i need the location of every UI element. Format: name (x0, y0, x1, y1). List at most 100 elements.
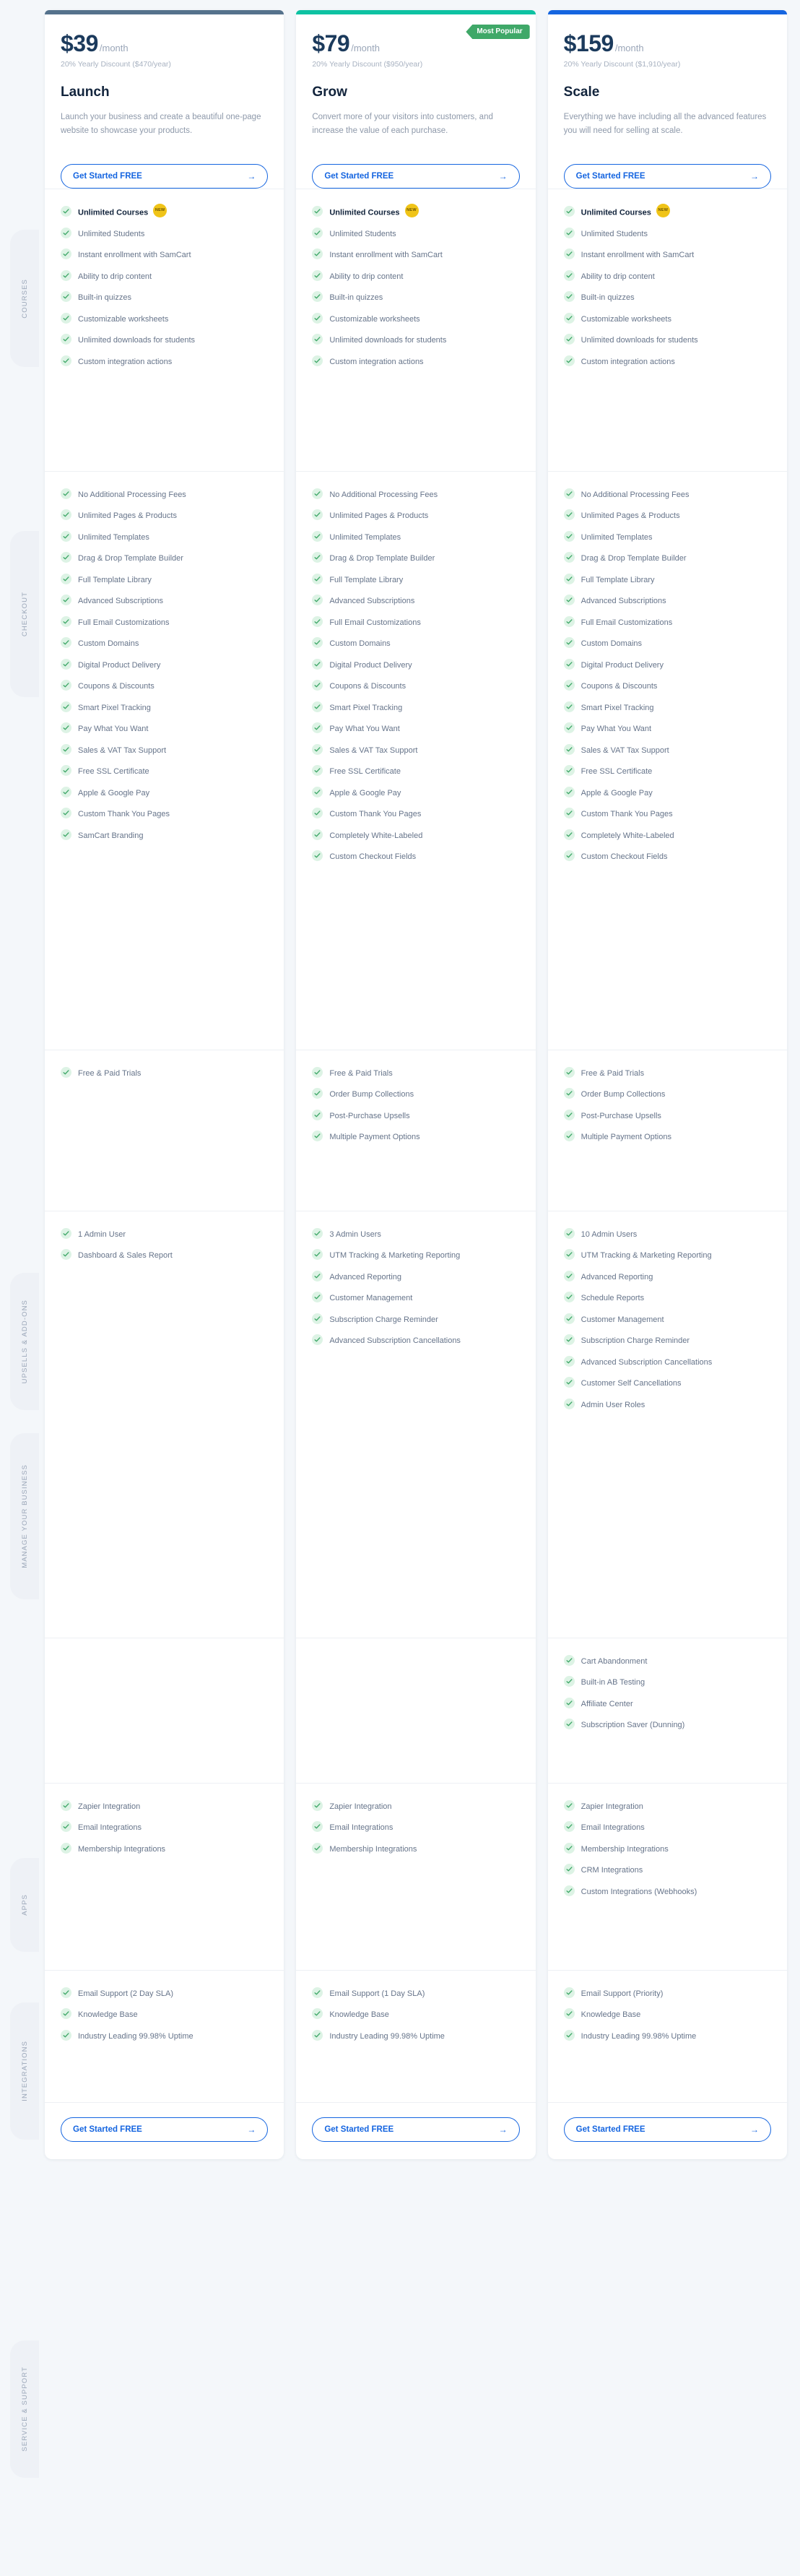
feature-label-wrap: Unlimited Pages & Products (581, 509, 680, 522)
feature-item: Unlimited Pages & Products (61, 505, 268, 527)
check-icon (61, 291, 71, 303)
check-icon (61, 808, 71, 818)
feature-item: Customer Self Cancellations (563, 1373, 771, 1394)
feature-list-apps (312, 1638, 519, 1783)
feature-item: Smart Pixel Tracking (312, 696, 519, 718)
feature-label: Advanced Subscription Cancellations (329, 1336, 461, 1345)
feature-item: Email Support (1 Day SLA) (312, 1982, 519, 2004)
feature-item: Digital Product Delivery (312, 654, 519, 675)
check-icon (312, 1066, 323, 1078)
feature-label-wrap: Coupons & Discounts (78, 679, 155, 693)
feature-item: Unlimited downloads for students (563, 329, 771, 351)
feature-label: Custom integration actions (581, 357, 675, 366)
check-icon (563, 1292, 575, 1302)
check-icon (563, 530, 575, 542)
feature-item: Membership Integrations (61, 1838, 268, 1859)
feature-item: Drag & Drop Template Builder (61, 548, 268, 569)
check-icon (563, 1355, 575, 1367)
feature-section-support: Email Support (2 Day SLA) Knowledge Base I… (45, 1970, 284, 2102)
feature-label: Coupons & Discounts (78, 682, 155, 691)
plan-yearly-discount: 20% Yearly Discount ($950/year) (312, 60, 423, 69)
feature-label-wrap: Advanced Subscriptions (78, 594, 163, 608)
check-icon (563, 1799, 575, 1811)
feature-label: Schedule Reports (581, 1294, 645, 1302)
feature-label-wrap: Full Template Library (329, 573, 403, 587)
feature-item: Knowledge Base (61, 2004, 268, 2026)
feature-list-checkout: No Additional Processing Fees Unlimited P… (312, 472, 519, 1050)
feature-label-wrap: Smart Pixel Tracking (581, 701, 654, 714)
check-icon (312, 227, 323, 238)
feature-item: Customizable worksheets (312, 308, 519, 329)
arrow-right-icon: → (749, 2125, 759, 2135)
check-icon (312, 2029, 323, 2041)
plan-header: $39/month 20% Yearly Discount ($470/year)… (45, 14, 284, 189)
get-started-button-bottom[interactable]: Get Started FREE → (61, 2117, 269, 2142)
most-popular-badge: Most Popular (466, 25, 530, 39)
feature-label: Zapier Integration (581, 1802, 643, 1811)
feature-label: Unlimited Students (329, 229, 396, 238)
feature-label: Zapier Integration (329, 1802, 392, 1811)
feature-item: Multiple Payment Options (563, 1126, 771, 1148)
feature-list-support: Email Support (1 Day SLA) Knowledge Base I… (312, 1971, 519, 2102)
feature-label-wrap: Custom Checkout Fields (329, 850, 416, 863)
feature-label-wrap: Unlimited Courses NEW (78, 203, 168, 219)
feature-label: CRM Integrations (581, 1866, 643, 1875)
feature-label: Full Template Library (581, 575, 655, 584)
check-icon (312, 1227, 323, 1239)
feature-item: Unlimited Templates (563, 526, 771, 548)
check-icon (61, 334, 71, 345)
feature-label-wrap: Sales & VAT Tax Support (329, 743, 417, 757)
feature-section-checkout: No Additional Processing Fees Unlimited P… (296, 471, 536, 1050)
rail-label-text: COURSES (20, 278, 29, 319)
check-icon (563, 509, 575, 520)
check-icon (312, 205, 323, 217)
check-icon (563, 1088, 575, 1099)
feature-item: Completely White-Labeled (312, 824, 519, 846)
get-started-button-bottom[interactable]: Get Started FREE → (312, 2117, 520, 2142)
feature-label: Sales & VAT Tax Support (329, 745, 418, 755)
feature-label: Subscription Charge Reminder (581, 1336, 690, 1345)
feature-label-wrap: Email Integrations (581, 1820, 645, 1834)
feature-label-wrap: Email Integrations (329, 1820, 393, 1834)
feature-item: Email Integrations (312, 1817, 519, 1838)
check-icon (61, 615, 71, 627)
feature-section-apps (296, 1638, 536, 1783)
feature-label: Free & Paid Trials (581, 1068, 645, 1078)
feature-label-wrap: 1 Admin User (78, 1227, 126, 1241)
get-started-button-top[interactable]: Get Started FREE → (61, 164, 269, 189)
feature-label: Built-in AB Testing (581, 1678, 645, 1687)
feature-item: Advanced Reporting (312, 1266, 519, 1287)
feature-item: Sales & VAT Tax Support (312, 739, 519, 761)
get-started-button-bottom[interactable]: Get Started FREE → (563, 2117, 771, 2142)
feature-label: Zapier Integration (78, 1802, 141, 1811)
feature-label: Instant enrollment with SamCart (78, 251, 191, 260)
check-icon (563, 1334, 575, 1345)
feature-label: Instant enrollment with SamCart (329, 251, 443, 260)
feature-item: 3 Admin Users (312, 1223, 519, 1245)
feature-item: Customizable worksheets (563, 308, 771, 329)
feature-item: Smart Pixel Tracking (563, 696, 771, 718)
feature-label: Email Integrations (78, 1823, 142, 1832)
feature-item: Digital Product Delivery (563, 654, 771, 675)
get-started-button-top[interactable]: Get Started FREE → (563, 164, 771, 189)
feature-item: Custom Domains (563, 633, 771, 654)
feature-label: Unlimited Templates (329, 532, 401, 542)
feature-item: Email Support (Priority) (563, 1982, 771, 2004)
feature-label: Email Support (Priority) (581, 1989, 664, 1998)
check-icon (61, 269, 71, 281)
rail-label-checkout: CHECKOUT (10, 531, 39, 697)
feature-item: Multiple Payment Options (312, 1126, 519, 1148)
feature-list-manage: 1 Admin User Dashboard & Sales Report (61, 1211, 268, 1638)
check-icon (563, 1821, 575, 1832)
check-icon (563, 615, 575, 627)
feature-label: Customer Management (329, 1294, 413, 1302)
feature-label-wrap: Custom Checkout Fields (581, 850, 668, 863)
feature-label: Digital Product Delivery (329, 660, 412, 670)
price-row: $39/month (61, 30, 268, 57)
check-icon (312, 680, 323, 691)
feature-label-wrap: Custom Integrations (Webhooks) (581, 1885, 697, 1898)
feature-label-wrap: Unlimited downloads for students (329, 333, 446, 347)
feature-item: Unlimited downloads for students (61, 329, 268, 351)
get-started-button-top[interactable]: Get Started FREE → (312, 164, 520, 189)
feature-list-support: Email Support (Priority) Knowledge Base In… (563, 1971, 771, 2102)
